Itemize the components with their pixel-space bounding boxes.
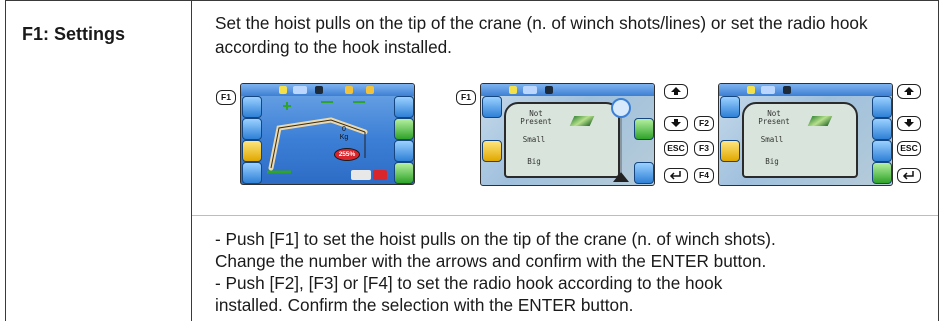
- status-icon: [366, 86, 374, 94]
- option-not-present[interactable]: Not Present: [754, 110, 794, 126]
- enter-key[interactable]: [664, 168, 688, 183]
- status-icon: [545, 86, 553, 94]
- instruction-line: Change the number with the arrows and co…: [215, 251, 767, 271]
- row-label: F1: Settings: [22, 24, 126, 44]
- status-icon: [345, 86, 353, 94]
- esc-key[interactable]: ESC: [664, 141, 688, 156]
- screen-button: [242, 96, 262, 118]
- hook-options-panel: Not Present Small Big: [742, 102, 858, 178]
- arrow-up-key[interactable]: [897, 84, 921, 99]
- status-bar: [481, 84, 654, 96]
- status-icon: [293, 86, 307, 94]
- load-unit: Kg: [339, 134, 349, 141]
- instruction-line: - Push [F1] to set the hoist pulls on th…: [215, 229, 776, 249]
- option-swatch: [807, 116, 833, 126]
- bottom-indicator: [373, 170, 387, 180]
- screen-button: [872, 96, 892, 118]
- screen-button: [394, 96, 414, 118]
- status-icon: [509, 86, 517, 94]
- crane-arm-icon: [267, 101, 368, 174]
- option-swatch: [569, 116, 595, 126]
- status-bar: [719, 84, 892, 96]
- main-screen: 0 Kg 255%: [240, 83, 415, 185]
- percent-badge: 255%: [334, 148, 360, 161]
- status-icon: [279, 86, 287, 94]
- status-icon: [783, 86, 791, 94]
- screen-button: [872, 140, 892, 162]
- arrow-down-key[interactable]: [897, 116, 921, 131]
- f3-key[interactable]: F3: [694, 141, 714, 156]
- arrow-up-key[interactable]: [664, 84, 688, 99]
- table-column-divider: [191, 0, 192, 321]
- screen-button: [394, 118, 414, 140]
- screen-button: [242, 140, 262, 162]
- f1-key[interactable]: F1: [456, 90, 476, 105]
- status-icon: [523, 86, 537, 94]
- status-bar: [241, 84, 414, 96]
- hook-menu-screen: Not Present Small Big: [480, 83, 655, 186]
- f4-key[interactable]: F4: [694, 168, 714, 183]
- content-divider: [192, 215, 938, 216]
- arrow-down-key[interactable]: [664, 116, 688, 131]
- instructions: - Push [F1] to set the hoist pulls on th…: [215, 228, 925, 316]
- status-icon: [761, 86, 775, 94]
- instruction-line: installed. Confirm the selection with th…: [215, 295, 634, 315]
- screen-button: [242, 118, 262, 140]
- option-big[interactable]: Big: [752, 158, 792, 166]
- option-small[interactable]: Small: [752, 136, 792, 144]
- intro-text: Set the hoist pulls on the tip of the cr…: [215, 13, 868, 57]
- load-value: 0: [342, 126, 346, 133]
- option-big[interactable]: Big: [514, 158, 554, 166]
- instruction-line: - Push [F2], [F3] or [F4] to set the rad…: [215, 273, 723, 293]
- option-small[interactable]: Small: [514, 136, 554, 144]
- screen-button: [872, 118, 892, 140]
- status-icon: [315, 86, 323, 94]
- screen-button: [720, 96, 740, 118]
- crane-hook-icon: [611, 98, 631, 182]
- option-not-present[interactable]: Not Present: [516, 110, 556, 126]
- screen-button: [394, 140, 414, 162]
- bottom-indicator: [351, 170, 371, 180]
- screen-button: [394, 162, 414, 184]
- screen-button: [872, 162, 892, 184]
- table-right-border: [938, 0, 939, 321]
- f2-key[interactable]: F2: [694, 116, 714, 131]
- esc-key[interactable]: ESC: [897, 141, 921, 156]
- screen-button: [482, 140, 502, 162]
- screen-button: [720, 140, 740, 162]
- table-left-border: [5, 0, 6, 321]
- f1-key[interactable]: F1: [216, 90, 236, 105]
- table-top-border: [5, 0, 939, 1]
- screen-button: [482, 96, 502, 118]
- enter-key[interactable]: [897, 168, 921, 183]
- screen-button: [242, 162, 262, 184]
- status-icon: [747, 86, 755, 94]
- hook-menu-screen: Not Present Small Big: [718, 83, 893, 186]
